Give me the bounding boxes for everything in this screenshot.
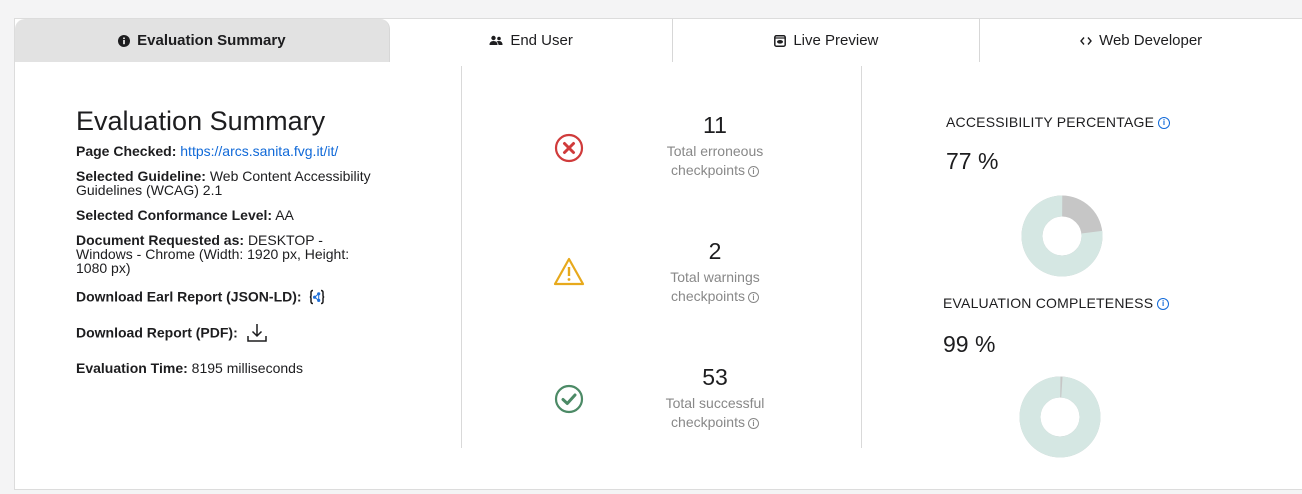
successful-checkpoints-card: 53 Total successful checkpoints i bbox=[537, 364, 837, 444]
evaluation-completeness-label: EVALUATION COMPLETENESS bbox=[943, 295, 1154, 311]
evaluation-time-row: Evaluation Time: 8195 milliseconds bbox=[76, 361, 446, 375]
info-icon[interactable]: i bbox=[1157, 298, 1170, 310]
success-check-icon bbox=[554, 384, 586, 416]
warnings-label: Total warnings checkpoints i bbox=[617, 268, 813, 306]
accessibility-percentage-label: ACCESSIBILITY PERCENTAGE bbox=[946, 114, 1155, 130]
tab-live-preview[interactable]: Live Preview bbox=[673, 19, 981, 62]
page-checked-label: Page Checked: bbox=[76, 143, 177, 159]
tab-label: End User bbox=[510, 32, 573, 49]
column-divider bbox=[461, 66, 462, 448]
evaluation-completeness-value: 99 % bbox=[943, 331, 996, 357]
code-icon bbox=[1080, 36, 1092, 46]
donut-filled-arc bbox=[1019, 376, 1101, 458]
pdf-download-row: Download Report (PDF): bbox=[76, 323, 446, 345]
conformance-row: Selected Conformance Level: AA bbox=[76, 208, 446, 222]
document-row: Document Requested as: DESKTOP - Windows… bbox=[76, 233, 446, 275]
evaluation-time-label: Evaluation Time: bbox=[76, 360, 188, 376]
summary-title: Evaluation Summary bbox=[76, 106, 326, 136]
tab-web-developer[interactable]: Web Developer bbox=[980, 19, 1302, 62]
tab-end-user[interactable]: End User bbox=[389, 19, 674, 62]
warning-triangle-icon bbox=[553, 257, 585, 289]
column-divider bbox=[861, 66, 862, 448]
accessibility-percentage-title: ACCESSIBILITY PERCENTAGE i bbox=[946, 114, 1171, 130]
tab-label: Live Preview bbox=[793, 32, 879, 49]
download-icon[interactable] bbox=[246, 323, 268, 345]
users-icon bbox=[489, 35, 503, 46]
preview-icon bbox=[774, 34, 787, 47]
error-x-icon bbox=[554, 133, 586, 165]
evaluation-time-value: 8195 milliseconds bbox=[191, 360, 303, 376]
erroneous-checkpoints-card: 11 Total erroneous checkpoints i bbox=[537, 112, 837, 192]
accessibility-percentage-value: 77 % bbox=[946, 148, 999, 174]
tab-label: Web Developer bbox=[1099, 32, 1203, 49]
page-checked-row: Page Checked: https://arcs.sanita.fvg.it… bbox=[76, 144, 446, 158]
json-ld-icon[interactable] bbox=[309, 289, 325, 307]
accessibility-donut-chart bbox=[1021, 195, 1103, 277]
info-icon[interactable]: i bbox=[747, 418, 759, 429]
info-icon[interactable]: i bbox=[747, 166, 759, 177]
warnings-label-line2: checkpoints bbox=[671, 288, 745, 304]
completeness-donut-chart bbox=[1019, 376, 1101, 458]
info-icon[interactable]: i bbox=[1158, 117, 1171, 129]
erroneous-label-line1: Total erroneous bbox=[666, 143, 764, 159]
erroneous-label-line2: checkpoints bbox=[671, 162, 745, 178]
guideline-value: Web Content Accessibility bbox=[209, 168, 371, 184]
earl-label: Download Earl Report (JSON-LD): bbox=[76, 288, 302, 305]
warnings-label-line1: Total warnings bbox=[670, 269, 760, 285]
evaluation-completeness-title: EVALUATION COMPLETENESS i bbox=[943, 295, 1170, 311]
tab-evaluation-summary[interactable]: Evaluation Summary bbox=[15, 19, 390, 62]
erroneous-label: Total erroneous checkpoints i bbox=[617, 142, 813, 180]
successful-label-line1: Total successful bbox=[665, 395, 765, 411]
successful-count: 53 bbox=[702, 364, 728, 390]
info-circle-icon bbox=[118, 34, 131, 47]
erroneous-count: 11 bbox=[703, 112, 727, 138]
tab-label: Evaluation Summary bbox=[137, 32, 286, 49]
tab-bar: Evaluation Summary End User Live Preview… bbox=[15, 19, 1302, 62]
conformance-value: AA bbox=[275, 207, 294, 223]
successful-label-line2: checkpoints bbox=[671, 414, 745, 430]
info-icon[interactable]: i bbox=[747, 292, 759, 303]
warnings-count: 2 bbox=[708, 238, 722, 264]
evaluation-summary-section: Evaluation Summary Page Checked: https:/… bbox=[76, 104, 446, 386]
guideline-value-cont: Guidelines (WCAG) 2.1 bbox=[76, 182, 223, 198]
pdf-label: Download Report (PDF): bbox=[76, 324, 238, 341]
guideline-row: Selected Guideline: Web Content Accessib… bbox=[76, 169, 446, 197]
page-checked-link[interactable]: https://arcs.sanita.fvg.it/it/ bbox=[180, 143, 338, 159]
document-value-cont2: 1080 px) bbox=[76, 260, 131, 276]
warnings-checkpoints-card: 2 Total warnings checkpoints i bbox=[537, 238, 837, 318]
conformance-label: Selected Conformance Level: bbox=[76, 207, 273, 223]
earl-download-row: Download Earl Report (JSON-LD): bbox=[76, 289, 446, 307]
successful-label: Total successful checkpoints i bbox=[617, 394, 813, 432]
